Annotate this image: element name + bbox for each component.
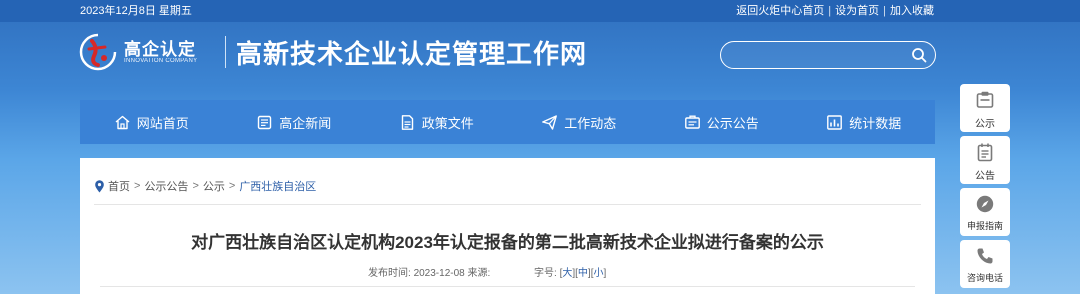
announcement-icon [684,114,701,131]
breadcrumb-home[interactable]: 首页 [108,178,130,194]
float-item-guide[interactable]: 申报指南 [960,188,1010,236]
chart-icon [826,114,843,131]
link-add-favorite[interactable]: 加入收藏 [890,5,934,17]
clipboard-icon [977,143,993,162]
float-item-label: 申报指南 [966,221,1003,231]
send-icon [541,114,558,131]
font-size-small[interactable]: 小 [593,268,603,279]
breadcrumb-divider [94,204,921,205]
float-item-label: 公示 [975,119,995,130]
breadcrumb-notice[interactable]: 公示 [203,178,225,194]
phone-icon [977,248,993,264]
logo-text: 高企认定 [124,40,196,60]
float-item-label: 咨询电话 [966,273,1003,283]
main-nav: 网站首页 高企新闻 政策文件 工作动态 公示公告 统计数据 [80,100,935,144]
nav-item-label: 政策文件 [421,115,474,131]
separator: | [883,5,886,17]
source-label: 来源: [467,268,491,279]
meta-divider [100,286,915,287]
font-size-large[interactable]: 大 [562,268,572,279]
home-icon [114,114,131,131]
breadcrumb-separator: > [192,180,199,192]
article-title: 对广西壮族自治区认定机构2023年认定报备的第二批高新技术企业拟进行备案的公示 [191,233,824,252]
search-input[interactable] [733,46,903,64]
header-divider [225,36,226,68]
site-title: 高新技术企业认定管理工作网 [236,40,588,70]
nav-item-label: 公示公告 [706,115,759,131]
nav-item-home[interactable]: 网站首页 [80,100,223,144]
current-date: 2023年12月8日 星期五 [80,5,192,17]
float-item-label: 公告 [975,171,995,182]
logo-emblem-icon [79,33,117,71]
breadcrumb-separator: > [228,180,236,192]
nav-item-label: 统计数据 [849,115,902,131]
breadcrumb-separator: > [134,180,141,192]
top-links: 返回火炬中心首页 | 设为首页 | 加入收藏 [736,0,934,22]
published-label: 发布时间: [368,268,411,279]
document-icon [399,114,416,131]
top-bar: 2023年12月8日 星期五 返回火炬中心首页 | 设为首页 | 加入收藏 [0,0,1080,22]
nav-item-announcements[interactable]: 公示公告 [650,100,793,144]
nav-item-news[interactable]: 高企新闻 [223,100,366,144]
nav-item-work-news[interactable]: 工作动态 [508,100,651,144]
bracket: ] [603,268,607,279]
nav-item-label: 高企新闻 [279,115,332,131]
font-size-controls: 字号: [大][中][小] [534,264,606,279]
article-panel: 首页 > 公示公告 > 公示 > 广西壮族自治区 对广西壮族自治区认定机构202… [80,158,935,294]
location-pin-icon [95,179,104,192]
search-icon[interactable] [911,47,927,63]
float-item-phone[interactable]: 咨询电话 [960,240,1010,288]
float-item-notice[interactable]: 公示 [960,84,1010,132]
site-logo[interactable]: 高企认定 INNOVATION COMPANY [78,30,218,74]
link-set-homepage[interactable]: 设为首页 [835,5,879,17]
search-box [720,41,936,69]
separator: | [828,5,832,17]
nav-item-label: 工作动态 [564,115,617,131]
breadcrumb-announcements[interactable]: 公示公告 [144,178,188,194]
publish-info: 发布时间: 2023-12-08 来源: [368,264,490,279]
nav-item-policy[interactable]: 政策文件 [365,100,508,144]
font-size-medium[interactable]: 中 [578,268,588,279]
nav-item-statistics[interactable]: 统计数据 [793,100,936,144]
notice-icon [976,91,994,108]
nav-item-label: 网站首页 [136,115,189,131]
breadcrumb: 首页 > 公示公告 > 公示 > 广西壮族自治区 [94,178,316,194]
font-size-label: 字号: [534,268,557,279]
float-item-announcement[interactable]: 公告 [960,136,1010,184]
compass-icon [976,195,994,213]
published-date: 2023-12-08 [413,268,465,279]
logo-subtext: INNOVATION COMPANY [124,58,198,64]
breadcrumb-region[interactable]: 广西壮族自治区 [239,178,316,194]
link-return-torch-center[interactable]: 返回火炬中心首页 [736,5,824,17]
news-icon [256,114,273,131]
